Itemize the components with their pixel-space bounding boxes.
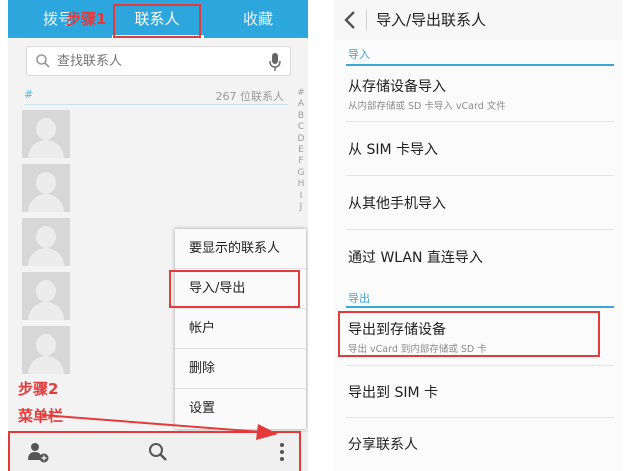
menu-item-import-export[interactable]: 导入/导出 <box>175 269 306 309</box>
alpha-letter[interactable]: I <box>295 191 307 202</box>
section-header-import: 导入 <box>348 48 370 61</box>
contact-avatar[interactable] <box>22 110 70 158</box>
overflow-menu-icon[interactable] <box>270 440 294 464</box>
alpha-letter[interactable]: H <box>295 179 307 190</box>
back-arrow-icon[interactable] <box>340 8 362 32</box>
alpha-letter[interactable]: F <box>295 156 307 167</box>
search-field[interactable] <box>26 46 291 76</box>
list-item-share-contacts[interactable]: 分享联系人 <box>346 418 614 471</box>
add-contact-icon[interactable] <box>26 440 50 464</box>
section-header-export: 导出 <box>348 292 370 305</box>
contact-avatar[interactable] <box>22 272 70 320</box>
microphone-icon[interactable] <box>268 52 282 72</box>
search-icon[interactable] <box>146 440 170 464</box>
list-item-subtitle: 从内部存储或 SD 卡导入 vCard 文件 <box>348 101 506 112</box>
step1-label: 步骤1 <box>66 10 107 28</box>
search-icon <box>36 54 50 68</box>
alpha-letter[interactable]: A <box>295 99 307 110</box>
contact-avatar[interactable] <box>22 218 70 266</box>
contacts-screen: 拨号 联系人 收藏 # 267 位联系人 <box>8 0 308 471</box>
index-symbol: # <box>24 88 34 101</box>
contact-avatar[interactable] <box>22 164 70 212</box>
list-item-label: 通过 WLAN 直连导入 <box>348 250 483 266</box>
list-item-label: 从存储设备导入 <box>348 79 446 95</box>
menu-item-accounts[interactable]: 帐户 <box>175 309 306 349</box>
header-bar: 导入/导出联系人 <box>334 0 622 40</box>
screenshot-composite: 拨号 联系人 收藏 # 267 位联系人 <box>0 0 640 471</box>
import-export-screen: 导入/导出联系人 导入 从存储设备导入 从内部存储或 SD 卡导入 vCard … <box>334 0 622 471</box>
alpha-letter[interactable]: B <box>295 111 307 122</box>
list-item-export-to-storage[interactable]: 导出到存储设备 导出 vCard 到内部存储或 SD 卡 <box>346 308 614 366</box>
list-item-import-from-phone[interactable]: 从其他手机导入 <box>346 176 614 230</box>
tab-bar: 拨号 联系人 收藏 <box>8 0 308 38</box>
search-input[interactable] <box>57 51 257 71</box>
list-item-import-from-sim[interactable]: 从 SIM 卡导入 <box>346 122 614 176</box>
alpha-letter[interactable]: D <box>295 134 307 145</box>
list-item-export-to-sim[interactable]: 导出到 SIM 卡 <box>346 366 614 418</box>
list-item-label: 导出到 SIM 卡 <box>348 385 438 401</box>
index-divider <box>24 104 288 105</box>
alpha-letter[interactable]: J <box>295 202 307 213</box>
contact-avatar[interactable] <box>22 326 70 374</box>
tab-contacts[interactable]: 联系人 <box>112 0 202 38</box>
list-item-label: 分享联系人 <box>348 437 418 453</box>
list-item-label: 导出到存储设备 <box>348 322 446 338</box>
step2-arrow <box>41 414 278 440</box>
alpha-letter[interactable]: C <box>295 122 307 133</box>
index-header: # 267 位联系人 <box>24 88 284 104</box>
active-tab-indicator <box>112 35 204 38</box>
list-item-label: 从 SIM 卡导入 <box>348 142 438 158</box>
alphabet-index[interactable]: # A B C D E F G H I J <box>295 88 307 213</box>
list-item-import-wlan-direct[interactable]: 通过 WLAN 直连导入 <box>346 230 614 284</box>
overflow-menu: 要显示的联系人 导入/导出 帐户 删除 设置 <box>175 229 306 429</box>
list-item-subtitle: 导出 vCard 到内部存储或 SD 卡 <box>348 344 487 355</box>
alpha-letter[interactable]: # <box>295 88 307 99</box>
list-item-import-from-storage[interactable]: 从存储设备导入 从内部存储或 SD 卡导入 vCard 文件 <box>346 66 614 122</box>
tab-favorites[interactable]: 收藏 <box>208 0 308 38</box>
menu-item-delete[interactable]: 删除 <box>175 349 306 389</box>
menu-item-displayed-contacts[interactable]: 要显示的联系人 <box>175 229 306 269</box>
alpha-letter[interactable]: G <box>295 168 307 179</box>
list-item-label: 从其他手机导入 <box>348 196 446 212</box>
contact-count: 267 位联系人 <box>215 90 285 103</box>
page-title: 导入/导出联系人 <box>376 11 487 29</box>
step2-label: 步骤2 <box>18 380 59 398</box>
alpha-letter[interactable]: E <box>295 145 307 156</box>
header-divider <box>366 10 367 30</box>
